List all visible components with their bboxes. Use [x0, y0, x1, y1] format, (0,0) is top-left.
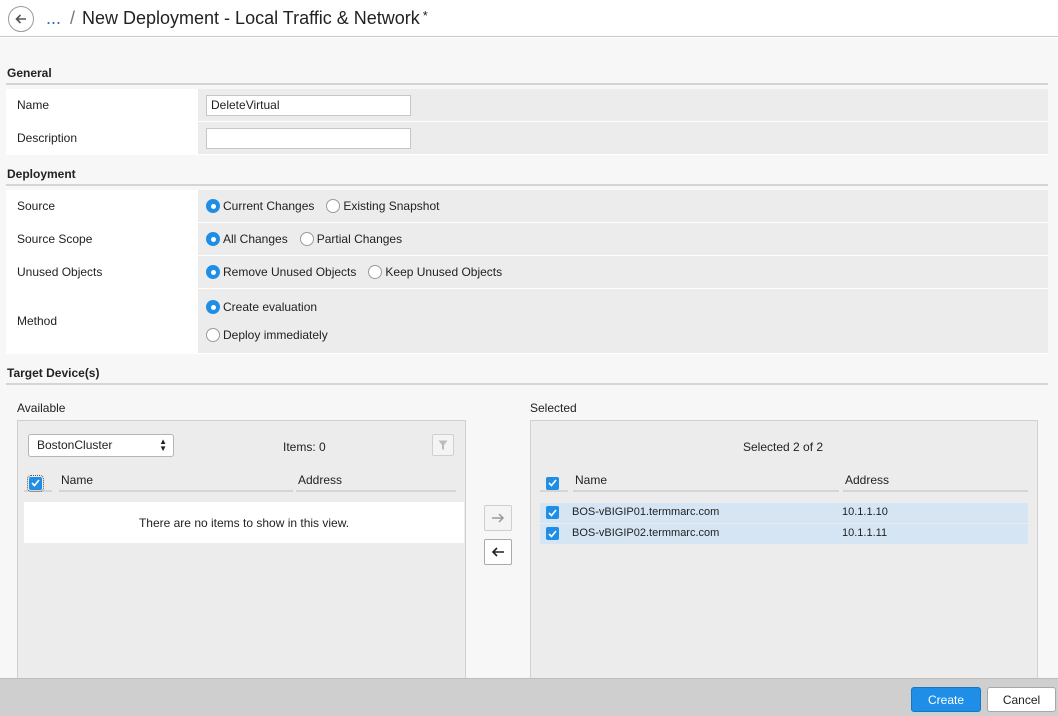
col-header-name[interactable]: Name: [573, 470, 839, 492]
radio-selected-indicator: [206, 232, 220, 246]
table-row[interactable]: BOS-vBIGIP02.termmarc.com 10.1.1.11: [540, 524, 1028, 544]
section-target-devices-heading: Target Device(s): [6, 361, 1048, 385]
radio-partial-changes[interactable]: Partial Changes: [299, 232, 403, 246]
select-all-cell: [540, 470, 568, 492]
breadcrumb-ellipsis[interactable]: ...: [46, 8, 61, 29]
method-label: Method: [6, 289, 198, 353]
cancel-button[interactable]: Cancel: [987, 687, 1056, 712]
radio-label: Deploy immediately: [223, 328, 328, 342]
radio-unselected-indicator: [368, 265, 383, 279]
name-label: Name: [6, 89, 198, 121]
available-grid-header: Name Address: [24, 470, 456, 494]
page-title: New Deployment - Local Traffic & Network…: [82, 8, 428, 29]
footer-bar: Create Cancel: [0, 678, 1058, 716]
source-label: Source: [6, 190, 198, 222]
section-deployment-heading: Deployment: [6, 162, 1048, 186]
checkmark-icon: [548, 508, 557, 517]
radio-existing-snapshot[interactable]: Existing Snapshot: [326, 199, 439, 213]
page-header: ... / New Deployment - Local Traffic & N…: [0, 0, 1058, 37]
radio-selected-indicator: [206, 199, 220, 213]
col-header-address[interactable]: Address: [296, 470, 456, 492]
col-header-address[interactable]: Address: [843, 470, 1028, 492]
table-row[interactable]: BOS-vBIGIP01.termmarc.com 10.1.1.10: [540, 503, 1028, 523]
unused-objects-label: Unused Objects: [6, 256, 198, 288]
radio-label: Partial Changes: [316, 232, 403, 246]
empty-message: There are no items to show in this view.: [24, 502, 464, 543]
checkmark-icon: [548, 479, 557, 487]
deployment-form: General Name Description Deployment Sour…: [0, 38, 1058, 678]
radio-keep-unused-objects[interactable]: Keep Unused Objects: [368, 265, 502, 279]
source-options: Current Changes Existing Snapshot: [198, 190, 1048, 222]
back-button[interactable]: [8, 6, 34, 32]
filter-button[interactable]: [432, 434, 454, 456]
radio-unselected-indicator: [326, 199, 341, 213]
description-row: Description: [6, 122, 1048, 155]
radio-current-changes[interactable]: Current Changes: [206, 199, 314, 213]
filter-icon: [438, 440, 448, 450]
radio-label: Keep Unused Objects: [385, 265, 503, 279]
checkmark-icon: [31, 479, 40, 487]
device-name: BOS-vBIGIP02.termmarc.com: [572, 527, 720, 539]
cluster-select[interactable]: BostonCluster ▲ ▼: [28, 434, 174, 457]
arrow-left-icon: [15, 14, 26, 24]
section-general-heading: General: [6, 61, 1048, 85]
radio-unselected-indicator: [206, 328, 220, 342]
device-name: BOS-vBIGIP01.termmarc.com: [572, 506, 720, 518]
items-count: Items: 0: [283, 440, 326, 454]
row-checkbox[interactable]: [546, 527, 559, 540]
select-all-cell: [24, 470, 52, 492]
available-label: Available: [17, 401, 66, 415]
available-panel: BostonCluster ▲ ▼ Items: 0 Name Address T…: [17, 420, 466, 678]
selected-summary: Selected 2 of 2: [743, 440, 824, 454]
unsaved-marker: *: [422, 8, 428, 23]
source-scope-label: Source Scope: [6, 223, 198, 255]
radio-remove-unused-objects[interactable]: Remove Unused Objects: [206, 265, 356, 279]
selected-grid-header: Name Address: [540, 470, 1028, 494]
radio-deploy-immediately[interactable]: Deploy immediately: [206, 328, 328, 342]
create-button[interactable]: Create: [911, 687, 981, 712]
page-title-text: New Deployment - Local Traffic & Network: [82, 8, 420, 28]
radio-label: All Changes: [223, 232, 288, 246]
radio-label: Remove Unused Objects: [223, 265, 357, 279]
unused-objects-options: Remove Unused Objects Keep Unused Object…: [198, 256, 1048, 288]
radio-label: Existing Snapshot: [343, 199, 440, 213]
col-header-name[interactable]: Name: [59, 470, 293, 492]
device-address: 10.1.1.10: [842, 506, 888, 518]
arrow-left-icon: [491, 547, 504, 557]
checkmark-icon: [548, 529, 557, 538]
select-all-available-checkbox[interactable]: [27, 474, 44, 492]
select-all-selected-checkbox[interactable]: [546, 476, 559, 490]
source-scope-options: All Changes Partial Changes: [198, 223, 1048, 255]
unused-objects-row: Unused Objects Remove Unused Objects Kee…: [6, 256, 1048, 289]
radio-selected-indicator: [206, 265, 220, 279]
name-row: Name: [6, 89, 1048, 122]
select-arrows-icon: ▲ ▼: [159, 437, 167, 453]
description-label: Description: [6, 122, 198, 154]
source-row: Source Current Changes Existing Snapshot: [6, 190, 1048, 223]
description-input[interactable]: [206, 127, 411, 149]
radio-selected-indicator: [206, 300, 220, 314]
selected-panel: Selected 2 of 2 Name Address BOS-vBIGIP0…: [530, 420, 1038, 678]
name-input[interactable]: [206, 94, 411, 116]
source-scope-row: Source Scope All Changes Partial Changes: [6, 223, 1048, 256]
breadcrumb-separator: /: [70, 8, 76, 28]
radio-create-evaluation[interactable]: Create evaluation: [206, 300, 328, 314]
description-value-cell: [198, 122, 1048, 154]
name-value-cell: [198, 89, 1048, 121]
move-left-button[interactable]: [484, 539, 512, 565]
cluster-select-value: BostonCluster: [37, 438, 113, 452]
selected-label: Selected: [530, 401, 577, 415]
device-address: 10.1.1.11: [842, 527, 888, 539]
method-options: Create evaluation Deploy immediately: [198, 289, 1048, 353]
radio-label: Current Changes: [223, 199, 315, 213]
radio-all-changes[interactable]: All Changes: [206, 232, 288, 246]
row-checkbox[interactable]: [546, 506, 559, 519]
method-row: Method Create evaluation Deploy immediat…: [6, 289, 1048, 354]
radio-label: Create evaluation: [223, 300, 318, 314]
arrow-right-icon: [492, 513, 505, 523]
radio-unselected-indicator: [299, 232, 314, 246]
move-right-button[interactable]: [484, 505, 512, 531]
